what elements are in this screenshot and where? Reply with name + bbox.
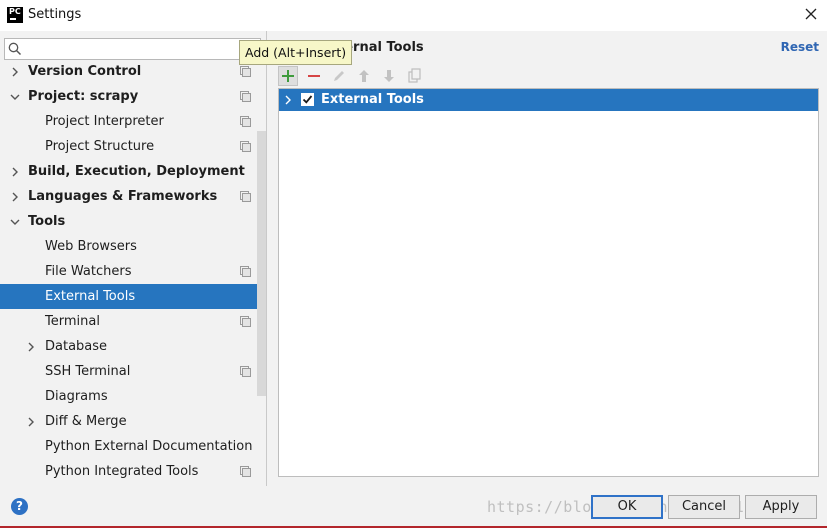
sidebar-item[interactable]: Database (0, 334, 266, 359)
list-item-label: External Tools (321, 92, 424, 107)
chevron-right-icon[interactable] (26, 342, 36, 352)
sidebar-item[interactable]: File Watchers (0, 259, 266, 284)
sidebar-item-label: Project Structure (45, 139, 155, 154)
ok-button[interactable]: OK (591, 495, 663, 519)
app-icon-text: PC (9, 7, 21, 16)
arrow-down-icon (384, 70, 394, 82)
copy-button[interactable] (404, 66, 424, 86)
search-input[interactable] (4, 38, 261, 60)
sidebar-item[interactable]: Project Structure (0, 134, 266, 159)
sidebar-item[interactable]: Languages & Frameworks (0, 184, 266, 209)
project-scope-icon (240, 116, 251, 127)
sidebar-item-label: File Watchers (45, 264, 132, 279)
sidebar-item[interactable]: Web Browsers (0, 234, 266, 259)
sidebar-item[interactable]: Python External Documentation (0, 434, 266, 459)
move-up-button[interactable] (354, 66, 374, 86)
sidebar-item[interactable]: SSH Terminal (0, 359, 266, 384)
sidebar-item[interactable]: Terminal (0, 309, 266, 334)
sidebar-item-label: Terminal (45, 314, 100, 329)
sidebar-item-label: SSH Terminal (45, 364, 131, 379)
project-scope-icon (240, 316, 251, 327)
remove-icon (308, 75, 320, 77)
sidebar-item-label: Version Control (28, 64, 142, 79)
project-scope-icon (240, 191, 251, 202)
external-tools-panel: ternal Tools Reset External Tools (268, 31, 827, 486)
title-bar: PC Settings (0, 0, 827, 31)
copy-icon (408, 68, 421, 83)
checkmark-icon (302, 95, 313, 104)
sidebar-item[interactable]: Tools (0, 209, 266, 234)
pycharm-logo-icon: PC (7, 7, 23, 23)
sidebar-item-label: External Tools (45, 289, 136, 304)
tool-group-checkbox[interactable] (301, 93, 314, 106)
move-down-button[interactable] (379, 66, 399, 86)
sidebar-item[interactable]: Diagrams (0, 384, 266, 409)
sidebar-item[interactable]: Diff & Merge (0, 409, 266, 434)
help-button[interactable]: ? (11, 498, 28, 515)
toolbar (278, 64, 818, 88)
sidebar-item-label: Project: scrapy (28, 89, 139, 104)
sidebar-item[interactable]: Build, Execution, Deployment (0, 159, 266, 184)
project-scope-icon (240, 366, 251, 377)
add-button[interactable] (278, 66, 298, 86)
sidebar-item[interactable]: Project Interpreter (0, 109, 266, 134)
sidebar-item-label: Tools (28, 214, 66, 229)
chevron-right-icon[interactable] (10, 167, 20, 177)
sidebar-item-label: Python External Documentation (45, 439, 253, 454)
close-icon (805, 8, 817, 20)
sidebar-item-label: Languages & Frameworks (28, 189, 218, 204)
project-scope-icon (240, 141, 251, 152)
tools-list: External Tools (278, 88, 819, 477)
chevron-right-icon[interactable] (26, 417, 36, 427)
apply-button[interactable]: Apply (745, 495, 817, 519)
edit-icon (334, 71, 344, 81)
sidebar-item-label: Build, Execution, Deployment (28, 164, 245, 179)
sidebar-item[interactable]: Python Integrated Tools (0, 459, 266, 484)
sidebar-item-label: Database (45, 339, 108, 354)
sidebar-item-label: Python Integrated Tools (45, 464, 199, 479)
settings-tree: Version Control Project: scrapy Project In… (0, 59, 266, 484)
project-scope-icon (240, 66, 251, 77)
chevron-right-icon[interactable] (10, 192, 20, 202)
add-icon (282, 70, 294, 82)
sidebar-item-label: Diff & Merge (45, 414, 127, 429)
close-button[interactable] (801, 4, 821, 24)
cancel-button[interactable]: Cancel (668, 495, 740, 519)
sidebar-item[interactable]: Version Control (0, 59, 266, 84)
chevron-down-icon[interactable] (10, 92, 20, 102)
list-item[interactable]: External Tools (279, 89, 818, 111)
question-mark-icon: ? (16, 499, 23, 513)
settings-sidebar: Version Control Project: scrapy Project In… (0, 31, 267, 486)
edit-button[interactable] (329, 66, 349, 86)
sidebar-item-label: Diagrams (45, 389, 108, 404)
sidebar-item[interactable]: External Tools (0, 284, 266, 309)
project-scope-icon (240, 266, 251, 277)
project-scope-icon (240, 91, 251, 102)
dialog-footer: ? https://blog.csdn.net/qq_4164625 OK Ca… (0, 486, 827, 528)
sidebar-item[interactable]: Project: scrapy (0, 84, 266, 109)
chevron-right-icon[interactable] (10, 67, 20, 77)
sidebar-scrollbar[interactable] (257, 131, 266, 396)
chevron-right-icon[interactable] (283, 95, 293, 105)
arrow-up-icon (359, 70, 369, 82)
add-tooltip: Add (Alt+Insert) (239, 40, 353, 65)
remove-button[interactable] (304, 66, 324, 86)
reset-link[interactable]: Reset (781, 40, 819, 54)
search-icon (8, 42, 22, 56)
project-scope-icon (240, 466, 251, 477)
window-title: Settings (28, 7, 82, 22)
sidebar-item-label: Project Interpreter (45, 114, 164, 129)
sidebar-item-label: Web Browsers (45, 239, 137, 254)
chevron-down-icon[interactable] (10, 217, 20, 227)
